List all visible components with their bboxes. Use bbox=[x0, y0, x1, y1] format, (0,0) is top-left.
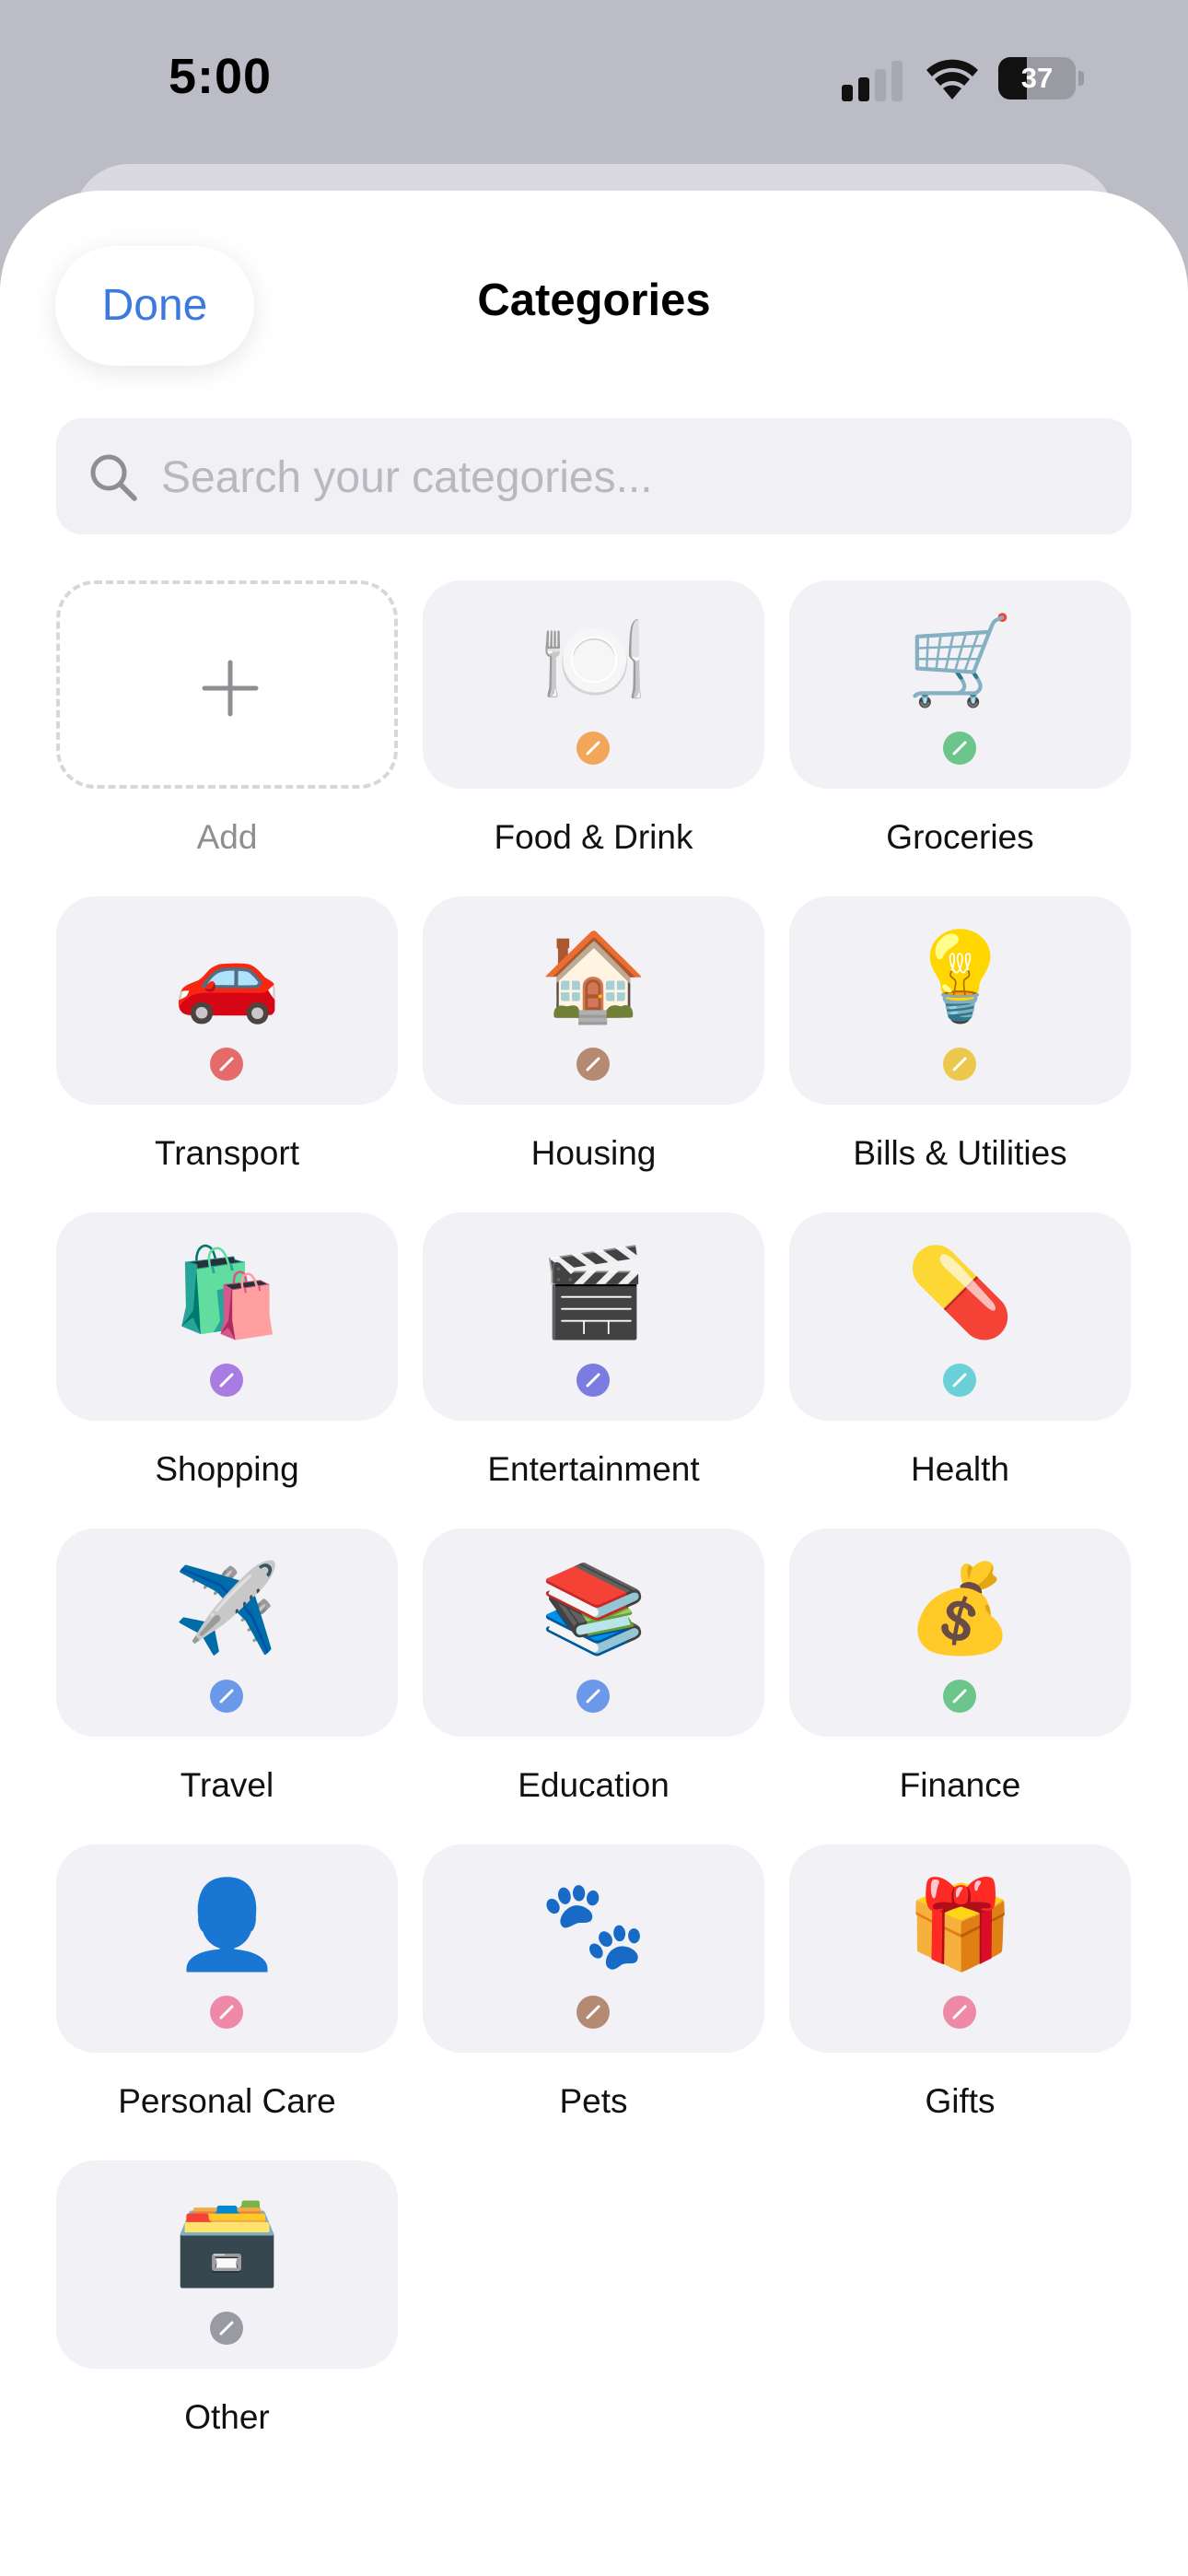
category-label: Bills & Utilities bbox=[853, 1134, 1067, 1172]
category-label: Housing bbox=[530, 1134, 657, 1172]
status-bar: 5:00 37 bbox=[0, 0, 1188, 157]
category-tile-bills-and-utilities[interactable]: 💡 Bills & Utilities bbox=[789, 896, 1131, 1172]
category-card: 💊 bbox=[789, 1212, 1131, 1421]
edit-pencil-icon[interactable] bbox=[210, 1680, 243, 1713]
category-label: Travel bbox=[180, 1766, 274, 1804]
category-tile-food-and-drink[interactable]: 🍽️ Food & Drink bbox=[423, 580, 764, 856]
edit-pencil-icon[interactable] bbox=[210, 1364, 243, 1397]
edit-pencil-icon[interactable] bbox=[577, 1996, 610, 2029]
edit-pencil-icon[interactable] bbox=[210, 2312, 243, 2345]
edit-pencil-icon[interactable] bbox=[210, 1048, 243, 1081]
edit-pencil-icon[interactable] bbox=[943, 1996, 976, 2029]
category-card: 💡 bbox=[789, 896, 1131, 1105]
category-card: 🎬 bbox=[423, 1212, 764, 1421]
category-card: 🍽️ bbox=[423, 580, 764, 789]
category-label: Shopping bbox=[155, 1450, 299, 1488]
category-tile-education[interactable]: 📚 Education bbox=[423, 1528, 764, 1804]
category-card: 🐾 bbox=[423, 1844, 764, 2053]
category-tile-shopping[interactable]: 🛍️ Shopping bbox=[56, 1212, 398, 1488]
category-label: Groceries bbox=[886, 818, 1034, 856]
gift-icon: 🎁 bbox=[905, 1875, 1015, 1975]
edit-pencil-icon[interactable] bbox=[943, 732, 976, 765]
category-tile-transport[interactable]: 🚗 Transport bbox=[56, 896, 398, 1172]
category-tile-travel[interactable]: ✈️ Travel bbox=[56, 1528, 398, 1804]
edit-pencil-icon[interactable] bbox=[577, 1048, 610, 1081]
category-tile-housing[interactable]: 🏠 Housing bbox=[423, 896, 764, 1172]
category-tile-pets[interactable]: 🐾 Pets bbox=[423, 1844, 764, 2120]
airplane-icon: ✈️ bbox=[172, 1559, 282, 1659]
category-label: Finance bbox=[899, 1766, 1021, 1804]
search-input[interactable] bbox=[159, 418, 1102, 536]
pill-icon: 💊 bbox=[905, 1243, 1015, 1343]
light-bulb-icon: 💡 bbox=[905, 927, 1015, 1027]
edit-pencil-icon[interactable] bbox=[943, 1680, 976, 1713]
search-icon bbox=[90, 454, 137, 501]
edit-pencil-icon[interactable] bbox=[210, 1996, 243, 2029]
plate-fork-knife-icon: 🍽️ bbox=[539, 611, 648, 711]
category-label: Health bbox=[911, 1450, 1009, 1488]
category-label: Pets bbox=[559, 2082, 628, 2120]
paw-prints-icon: 🐾 bbox=[539, 1875, 648, 1975]
category-label: Personal Care bbox=[118, 2082, 336, 2120]
money-bag-icon: 💰 bbox=[905, 1559, 1015, 1659]
category-label: Gifts bbox=[925, 2082, 996, 2120]
books-icon: 📚 bbox=[539, 1559, 648, 1659]
add-tile-card bbox=[56, 580, 398, 789]
category-card: 🏠 bbox=[423, 896, 764, 1105]
category-card: 🎁 bbox=[789, 1844, 1131, 2053]
category-label: Transport bbox=[155, 1134, 299, 1172]
clapper-board-icon: 🎬 bbox=[539, 1243, 648, 1343]
card-file-box-icon: 🗃️ bbox=[172, 2191, 282, 2291]
category-label: Food & Drink bbox=[494, 818, 693, 856]
edit-pencil-icon[interactable] bbox=[577, 1364, 610, 1397]
cellular-signal-icon bbox=[842, 61, 903, 101]
category-card: 🛍️ bbox=[56, 1212, 398, 1421]
category-tile-personal-care[interactable]: 👤 Personal Care bbox=[56, 1844, 398, 2120]
plus-icon bbox=[202, 660, 259, 717]
category-tile-gifts[interactable]: 🎁 Gifts bbox=[789, 1844, 1131, 2120]
category-tile-other[interactable]: 🗃️ Other bbox=[56, 2160, 398, 2436]
shopping-bags-icon: 🛍️ bbox=[172, 1243, 282, 1343]
shopping-cart-icon: 🛒 bbox=[905, 611, 1015, 711]
edit-pencil-icon[interactable] bbox=[577, 1680, 610, 1713]
category-tile-finance[interactable]: 💰 Finance bbox=[789, 1528, 1131, 1804]
category-card: ✈️ bbox=[56, 1528, 398, 1737]
category-card: 👤 bbox=[56, 1844, 398, 2053]
edit-pencil-icon[interactable] bbox=[943, 1364, 976, 1397]
category-label: Education bbox=[518, 1766, 670, 1804]
category-card: 💰 bbox=[789, 1528, 1131, 1737]
battery-icon: 37 bbox=[998, 57, 1084, 100]
add-tile-label: Add bbox=[196, 818, 258, 856]
page-title: Categories bbox=[477, 275, 711, 325]
add-category-button[interactable]: Add bbox=[56, 580, 398, 856]
category-tile-entertainment[interactable]: 🎬 Entertainment bbox=[423, 1212, 764, 1488]
search-bar[interactable] bbox=[56, 418, 1132, 536]
person-silhouette-icon: 👤 bbox=[172, 1875, 282, 1975]
status-time: 5:00 bbox=[169, 49, 273, 104]
category-card: 🗃️ bbox=[56, 2160, 398, 2369]
category-label: Other bbox=[184, 2398, 270, 2436]
category-tile-health[interactable]: 💊 Health bbox=[789, 1212, 1131, 1488]
edit-pencil-icon[interactable] bbox=[943, 1048, 976, 1081]
category-label: Entertainment bbox=[487, 1450, 700, 1488]
category-card: 🚗 bbox=[56, 896, 398, 1105]
house-icon: 🏠 bbox=[539, 927, 648, 1027]
battery-percentage: 37 bbox=[1020, 62, 1054, 94]
category-card: 🛒 bbox=[789, 580, 1131, 789]
edit-pencil-icon[interactable] bbox=[577, 732, 610, 765]
wifi-icon bbox=[926, 59, 978, 100]
car-icon: 🚗 bbox=[172, 927, 282, 1027]
category-tile-groceries[interactable]: 🛒 Groceries bbox=[789, 580, 1131, 856]
category-card: 📚 bbox=[423, 1528, 764, 1737]
